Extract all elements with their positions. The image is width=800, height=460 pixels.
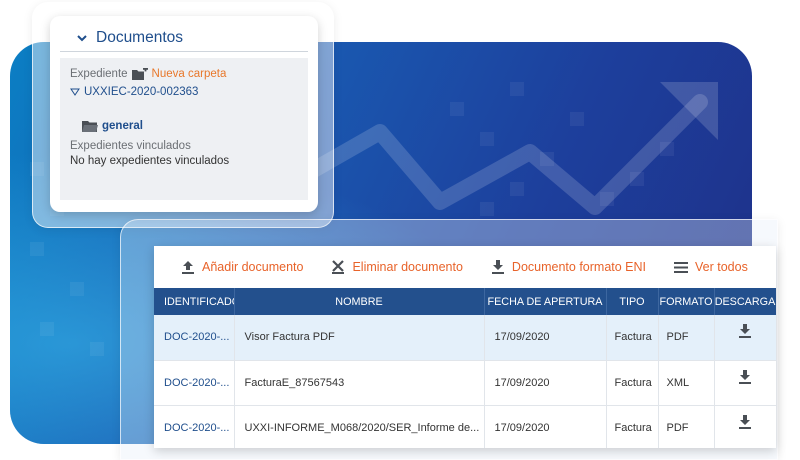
linked-label: Expedientes vinculados	[70, 140, 191, 152]
delete-document-button[interactable]: Eliminar documento	[330, 259, 463, 275]
download-icon[interactable]	[737, 369, 753, 385]
cell-formato: XML	[658, 360, 715, 406]
cell-date: 17/09/2020	[484, 315, 607, 361]
expediente-id[interactable]: UXXIEC-2020-002363	[84, 86, 198, 98]
column-header-fecha[interactable]: FECHA DE APERTURA	[484, 288, 607, 315]
cell-id[interactable]: DOC-2020-...	[154, 315, 235, 361]
menu-icon	[673, 259, 689, 275]
triangle-down-icon[interactable]	[70, 87, 80, 97]
expediente-label: Expediente	[70, 68, 128, 80]
documents-header[interactable]: Documentos	[60, 28, 308, 52]
folder-plus-icon[interactable]	[131, 66, 148, 80]
column-header-nombre[interactable]: NOMBRE	[234, 288, 485, 315]
table-row[interactable]: DOC-2020-... Visor Factura PDF 17/09/202…	[154, 315, 776, 361]
cell-name: UXXI-INFORME_M068/2020/SER_Informe de...	[234, 405, 485, 448]
documents-card: Documentos Expediente Nueva carpeta UXXI…	[50, 16, 318, 212]
column-header-descarga[interactable]: DESCARGA	[714, 288, 776, 315]
column-header-tipo[interactable]: TIPO	[606, 288, 659, 315]
view-all-label: Ver todos	[695, 260, 748, 274]
table-row[interactable]: DOC-2020-... FacturaE_87567543 17/09/202…	[154, 360, 776, 406]
expediente-id-row[interactable]: UXXIEC-2020-002363	[70, 84, 298, 100]
eni-document-label: Documento formato ENI	[511, 260, 647, 274]
cell-download	[714, 315, 776, 361]
view-all-button[interactable]: Ver todos	[673, 259, 748, 275]
upload-icon	[180, 259, 196, 275]
add-document-label: Añadir documento	[202, 260, 304, 274]
new-folder-link[interactable]: Nueva carpeta	[152, 68, 227, 80]
delete-icon	[330, 259, 346, 275]
cell-name: Visor Factura PDF	[234, 315, 485, 361]
documents-table-panel: Añadir documento Eliminar documento Docu…	[154, 246, 776, 448]
cell-date: 17/09/2020	[484, 360, 607, 406]
chevron-down-icon[interactable]	[76, 31, 90, 45]
folder-general-label[interactable]: general	[102, 120, 143, 132]
documents-title: Documentos	[96, 28, 184, 46]
download-icon	[490, 259, 506, 275]
expediente-row: Expediente Nueva carpeta	[70, 66, 298, 82]
cell-formato: PDF	[658, 405, 715, 448]
linked-empty-text: No hay expedientes vinculados	[70, 155, 230, 167]
table-toolbar: Añadir documento Eliminar documento Docu…	[154, 246, 776, 288]
cell-tipo: Factura	[606, 360, 659, 406]
folder-general[interactable]: general	[82, 118, 298, 134]
column-header-formato[interactable]: FORMATO	[658, 288, 715, 315]
cell-date: 17/09/2020	[484, 405, 607, 448]
documents-table: IDENTIFICADOR NOMBRE FECHA DE APERTURA T…	[154, 288, 776, 448]
cell-id[interactable]: DOC-2020-...	[154, 405, 235, 448]
cell-download	[714, 360, 776, 406]
download-icon[interactable]	[737, 323, 753, 339]
download-icon[interactable]	[737, 414, 753, 430]
cell-name: FacturaE_87567543	[234, 360, 485, 406]
cell-formato: PDF	[658, 315, 715, 361]
delete-document-label: Eliminar documento	[352, 260, 463, 274]
documents-body: Expediente Nueva carpeta UXXIEC-2020-002…	[60, 58, 308, 200]
table-row[interactable]: DOC-2020-... UXXI-INFORME_M068/2020/SER_…	[154, 405, 776, 448]
cell-tipo: Factura	[606, 315, 659, 361]
cell-download	[714, 405, 776, 448]
eni-document-button[interactable]: Documento formato ENI	[490, 259, 646, 275]
cell-tipo: Factura	[606, 405, 659, 448]
cell-id[interactable]: DOC-2020-...	[154, 360, 235, 406]
column-header-identificador[interactable]: IDENTIFICADOR	[154, 288, 235, 315]
add-document-button[interactable]: Añadir documento	[180, 259, 303, 275]
table-header-row: IDENTIFICADOR NOMBRE FECHA DE APERTURA T…	[154, 288, 776, 315]
folder-icon	[82, 120, 98, 132]
